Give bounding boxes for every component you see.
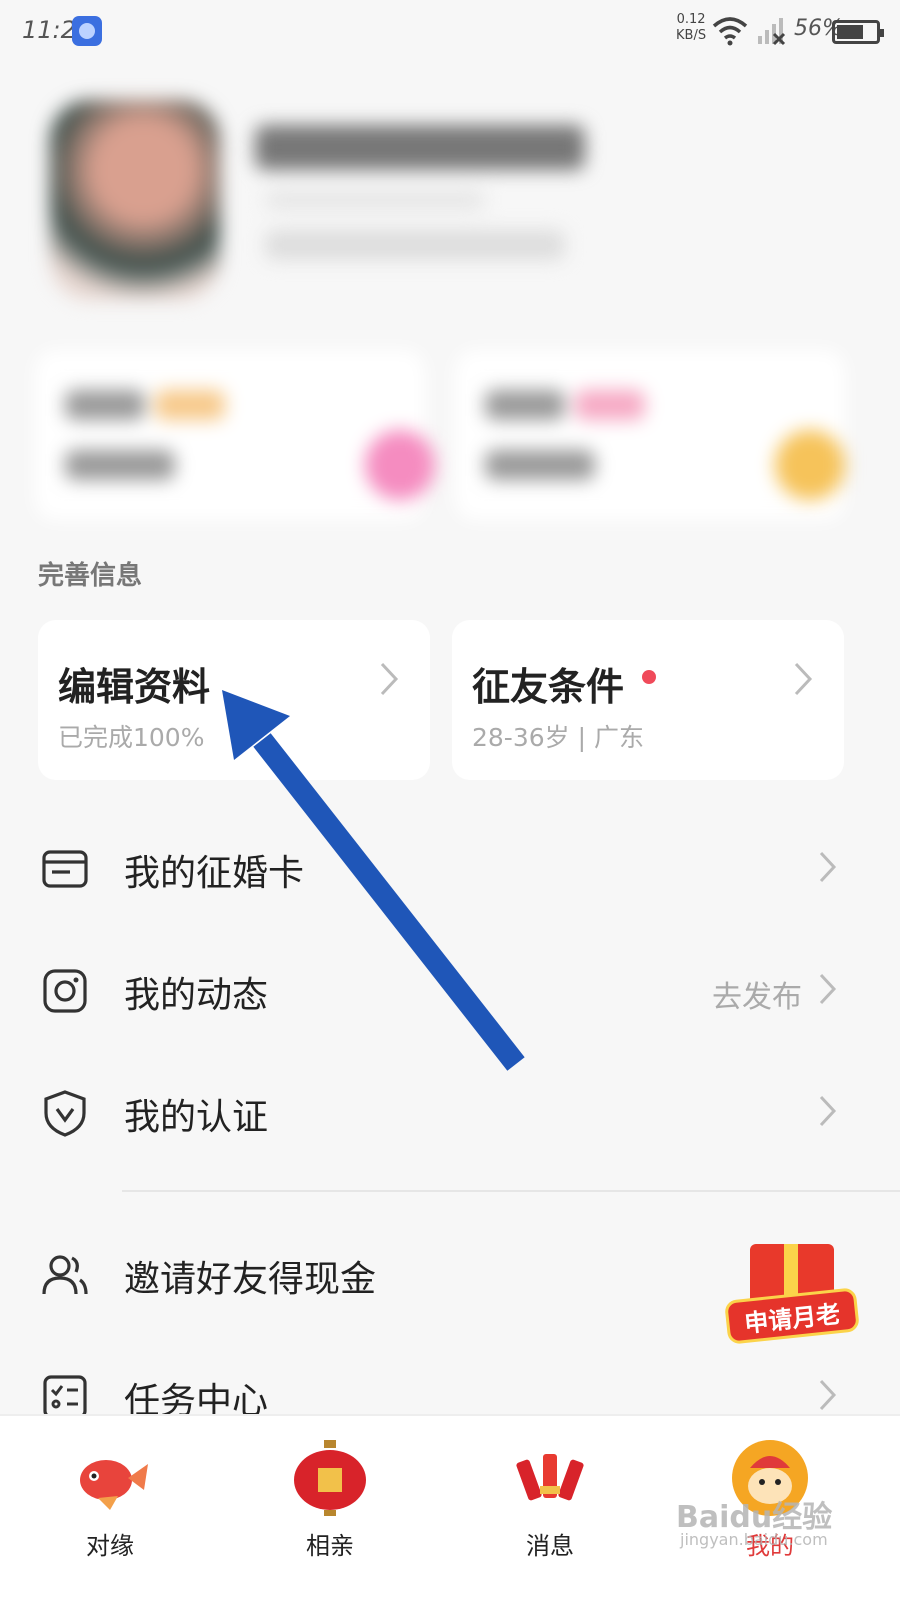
menu-item-marriage-card[interactable]: 我的征婚卡	[0, 818, 900, 918]
wifi-icon	[712, 17, 748, 46]
blurred-icon	[775, 430, 845, 500]
blurred-icon	[365, 430, 435, 500]
blurred-text	[65, 390, 145, 420]
divider	[122, 1190, 900, 1192]
shield-check-icon	[44, 1090, 86, 1137]
app-notification-icon	[72, 16, 102, 46]
chevron-right-icon	[819, 1379, 837, 1411]
bottom-nav: 对缘 相亲 消息 我的 Baidu经验 jingyan.baidu.com	[0, 1414, 900, 1600]
section-title: 完善信息	[38, 561, 143, 591]
network-speed-value: 0.12	[676, 12, 706, 27]
chevron-right-icon	[794, 662, 813, 696]
cell-signal-icon	[758, 18, 786, 46]
instagram-camera-icon	[43, 969, 87, 1013]
koi-fish-icon	[80, 1460, 148, 1510]
partner-criteria-title: 征友条件	[472, 665, 625, 709]
tab-label: 对缘	[86, 1532, 134, 1560]
membership-card-left[interactable]	[35, 350, 435, 520]
blurred-text	[65, 450, 175, 480]
edit-profile-card[interactable]: 编辑资料 已完成100%	[38, 620, 430, 780]
tab-label: 消息	[526, 1532, 574, 1560]
chevron-right-icon	[819, 851, 837, 883]
blurred-text	[485, 390, 565, 420]
lantern-icon	[294, 1440, 366, 1516]
partner-criteria-summary: 28-36岁 | 广东	[472, 723, 644, 752]
edit-profile-progress: 已完成100%	[58, 723, 205, 752]
tab-label: 相亲	[306, 1532, 354, 1560]
menu-label: 我的动态	[124, 975, 269, 1016]
blurred-text	[485, 450, 595, 480]
tab-blind-date[interactable]: 相亲	[260, 1416, 400, 1600]
tab-messages[interactable]: 消息	[480, 1416, 620, 1600]
card-icon	[42, 850, 88, 888]
status-bar: 11:22 0.12 KB/S 56%	[0, 0, 900, 64]
menu-label: 我的认证	[124, 1097, 269, 1138]
blurred-badge	[155, 390, 225, 420]
firecracker-icon	[516, 1454, 584, 1501]
network-speed: 0.12 KB/S	[676, 12, 706, 44]
matchmaker-promo-badge[interactable]: 申请月老	[722, 1236, 862, 1346]
profile-header[interactable]	[0, 80, 900, 540]
partner-criteria-card[interactable]: 征友条件 28-36岁 | 广东	[452, 620, 844, 780]
new-dot-badge	[642, 670, 656, 684]
watermark-url: jingyan.baidu.com	[680, 1530, 828, 1549]
promo-label: 申请月老	[724, 1287, 860, 1345]
edit-profile-title: 编辑资料	[58, 665, 211, 709]
chevron-right-icon	[819, 1095, 837, 1127]
chevron-right-icon	[819, 973, 837, 1005]
profile-detail-blurred	[265, 230, 565, 260]
avatar[interactable]	[50, 100, 220, 300]
menu-item-verification[interactable]: 我的认证	[0, 1062, 900, 1162]
network-speed-unit: KB/S	[676, 28, 707, 43]
chevron-right-icon	[380, 662, 399, 696]
tab-match[interactable]: 对缘	[40, 1416, 180, 1600]
profile-name-blurred	[255, 125, 585, 170]
publish-link[interactable]: 去发布	[712, 972, 802, 1016]
profile-meta-blurred	[265, 190, 485, 210]
battery-icon	[832, 20, 884, 44]
menu-label: 邀请好友得现金	[124, 1259, 377, 1300]
menu-label: 我的征婚卡	[124, 853, 305, 894]
blurred-badge	[575, 390, 645, 420]
menu-item-moments[interactable]: 我的动态 去发布	[0, 940, 900, 1040]
membership-card-right[interactable]	[455, 350, 845, 520]
users-icon	[42, 1255, 88, 1295]
